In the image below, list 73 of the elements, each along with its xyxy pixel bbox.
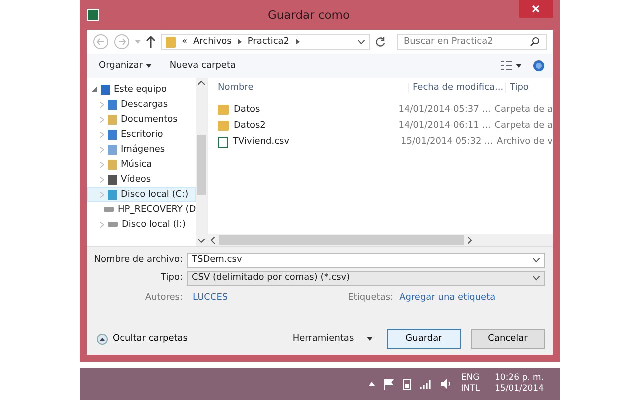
- refresh-icon[interactable]: [375, 36, 386, 48]
- tree-item[interactable]: Vídeos: [87, 172, 196, 187]
- expanded-arrow-icon[interactable]: [92, 87, 97, 92]
- file-name[interactable]: Datos: [218, 105, 395, 115]
- scroll-right-icon[interactable]: [468, 236, 472, 244]
- file-type-dropdown[interactable]: CSV (delimitado por comas) (*.csv): [187, 270, 545, 286]
- tree-item[interactable]: Documentos: [87, 112, 196, 127]
- scroll-left-icon[interactable]: [211, 236, 215, 244]
- caret-icon: [146, 64, 152, 68]
- collapse-icon: [97, 334, 108, 344]
- tree-item[interactable]: Disco local (I:): [87, 217, 196, 232]
- view-options-icon[interactable]: [501, 61, 523, 71]
- caret-icon: [367, 337, 373, 341]
- folder-icon: [218, 121, 229, 131]
- dropdown-icon[interactable]: [533, 258, 540, 262]
- column-header[interactable]: Tipo: [505, 83, 553, 93]
- folder-icon: [166, 36, 176, 48]
- tree-item[interactable]: HP_RECOVERY (D: [87, 202, 196, 217]
- filename-label: Nombre de archivo:: [93, 255, 184, 265]
- search-icon: [530, 37, 540, 47]
- column-header[interactable]: Fecha de modifica...: [408, 83, 505, 93]
- window-title: Guardar como: [266, 8, 352, 22]
- flag-icon[interactable]: [384, 378, 394, 390]
- file-name[interactable]: Datos2: [218, 121, 395, 131]
- address-bar[interactable]: « Archivos Practica2: [161, 34, 370, 50]
- dropdown-icon[interactable]: [358, 40, 365, 44]
- tree-item[interactable]: Descargas: [87, 97, 196, 112]
- file-type-label: Tipo:: [160, 273, 184, 283]
- signal-icon[interactable]: [420, 379, 432, 389]
- date-cell-text: 14/01/2014 06:11 ...: [398, 121, 491, 131]
- chevron-right-icon[interactable]: [296, 39, 300, 45]
- new-folder-button[interactable]: Nueva carpeta: [166, 59, 240, 73]
- tree-item[interactable]: Escritorio: [87, 127, 196, 142]
- breadcrumb[interactable]: Archivos: [194, 37, 232, 47]
- scroll-down-icon[interactable]: [198, 239, 205, 243]
- tree-item[interactable]: Disco local (C:): [87, 187, 196, 202]
- clock[interactable]: 10:26 p. m. 15/01/2014: [495, 373, 544, 395]
- speaker-icon[interactable]: [441, 379, 452, 389]
- close-button[interactable]: [519, 0, 553, 18]
- tree-item[interactable]: Música: [87, 157, 196, 172]
- search-field[interactable]: Buscar en Practica2: [397, 34, 547, 50]
- type-cell-text: Carpeta de a: [494, 105, 553, 115]
- scroll-up-icon[interactable]: [198, 81, 205, 85]
- date-cell-text: 15/01/2014 05:32 ...: [400, 137, 494, 147]
- file-name[interactable]: TViviend.csv: [218, 136, 398, 148]
- tools-menu[interactable]: Herramientas: [288, 332, 377, 346]
- chevron-right-icon[interactable]: [238, 39, 242, 45]
- authors-link[interactable]: LUCCES: [193, 293, 228, 303]
- save-button[interactable]: Guardar: [387, 329, 461, 349]
- column-header[interactable]: Nombre: [218, 83, 408, 93]
- battery-icon[interactable]: [403, 378, 412, 390]
- date-cell-text: 14/01/2014 05:37 ...: [398, 105, 491, 115]
- input-language-indicator[interactable]: ENG INTL: [461, 373, 480, 395]
- type-cell-text: Archivo de v: [496, 137, 553, 147]
- show-hidden-icons-icon[interactable]: [369, 382, 376, 386]
- organize-menu[interactable]: Organizar: [95, 59, 156, 73]
- folder-icon: [218, 105, 229, 115]
- tree-item[interactable]: Este equipo: [87, 82, 196, 97]
- tags-label: Etiquetas:: [348, 293, 394, 303]
- scrollbar[interactable]: [196, 78, 207, 246]
- close-icon: [532, 5, 540, 13]
- breadcrumb[interactable]: «: [182, 37, 188, 47]
- authors-label: Autores:: [144, 293, 184, 303]
- cancel-button[interactable]: Cancelar: [471, 329, 545, 349]
- breadcrumb[interactable]: Practica2: [248, 37, 290, 47]
- filename-field[interactable]: TSDem.csv: [187, 252, 545, 268]
- horizontal-scrollbar[interactable]: [208, 234, 553, 246]
- tree-item[interactable]: Imágenes: [87, 142, 196, 157]
- type-cell-text: Carpeta de a: [494, 121, 553, 131]
- add-tag-link[interactable]: Agregar una etiqueta: [400, 293, 496, 303]
- hide-folders-button[interactable]: Ocultar carpetas: [97, 334, 188, 344]
- dropdown-icon[interactable]: [533, 276, 540, 280]
- up-arrow-icon[interactable]: [146, 36, 156, 48]
